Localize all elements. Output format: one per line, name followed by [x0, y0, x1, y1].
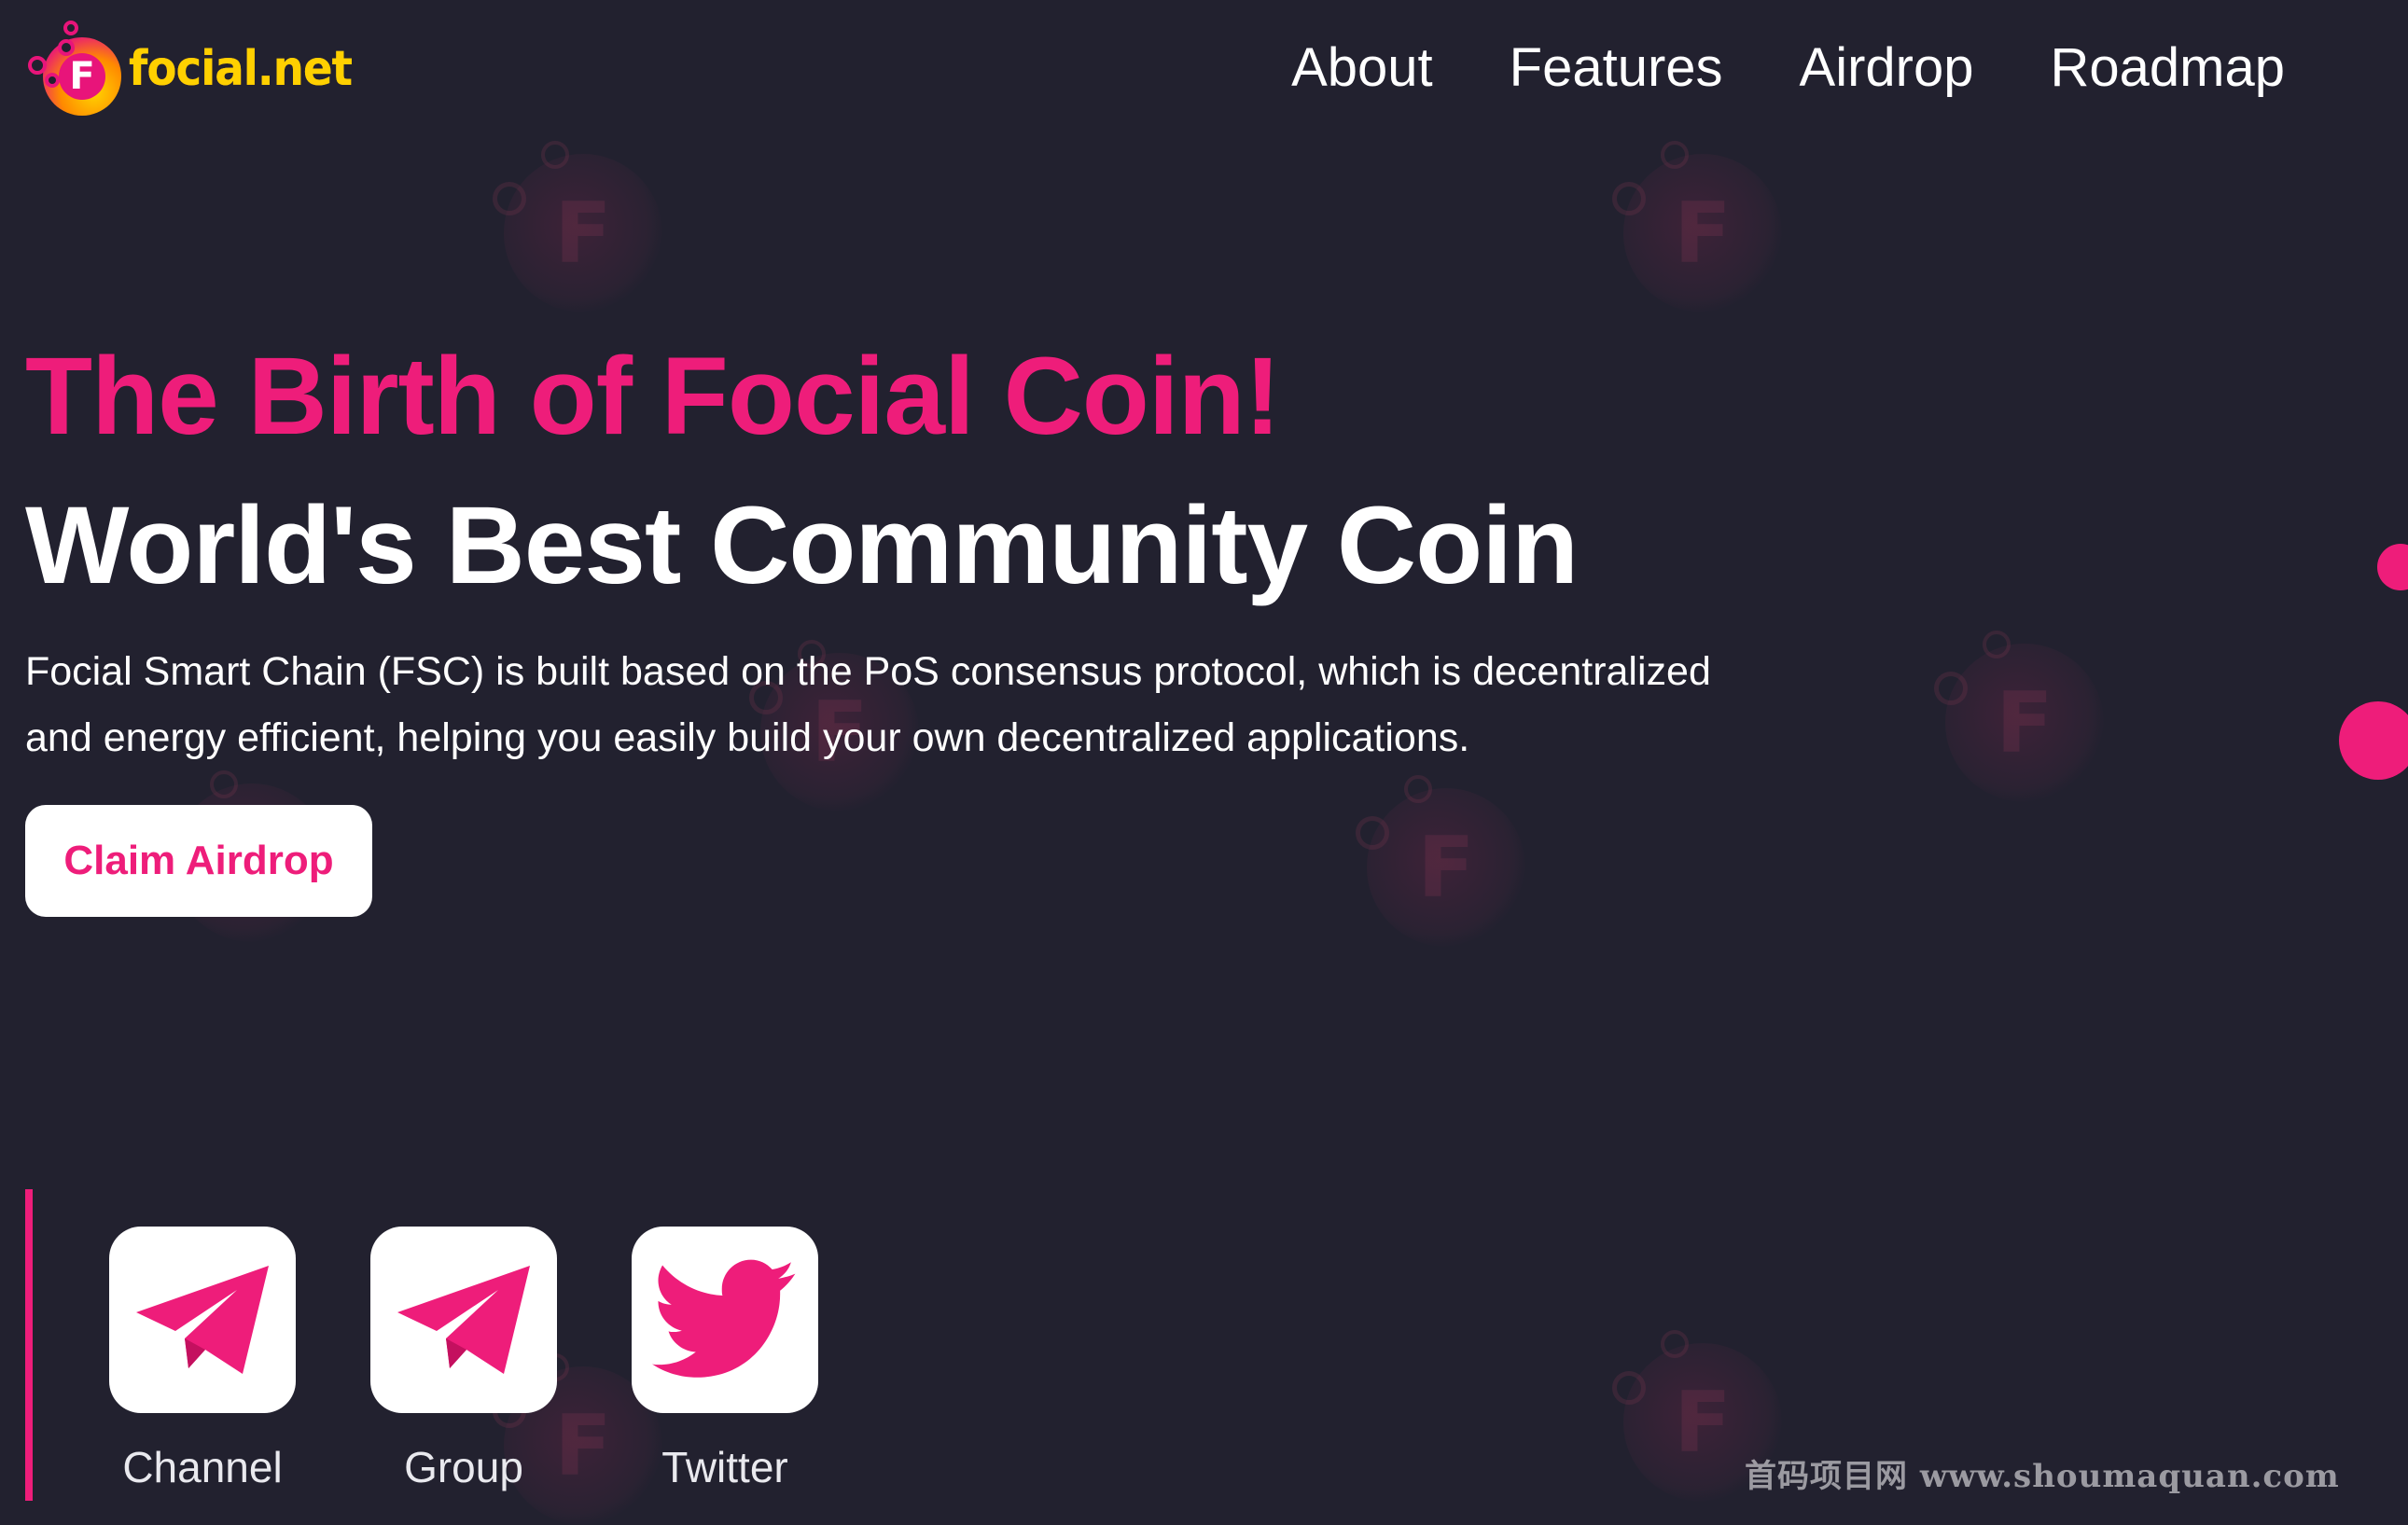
social-channel-link[interactable]: Channel: [109, 1227, 296, 1493]
background-logo-watermark: F: [1356, 775, 1525, 947]
main-nav: About Features Airdrop Roadmap: [1291, 35, 2285, 101]
decorative-circle: [2339, 701, 2408, 780]
background-logo-watermark: F: [1934, 631, 2104, 802]
site-watermark-text: 首码项目网 www.shoumaquan.com: [1745, 1458, 2340, 1495]
brand-logo[interactable]: F focial.net: [26, 21, 353, 118]
twitter-icon[interactable]: [632, 1227, 818, 1413]
nav-airdrop[interactable]: Airdrop: [1800, 35, 1974, 101]
telegram-icon[interactable]: [109, 1227, 296, 1413]
social-group-link[interactable]: Group: [370, 1227, 557, 1493]
brand-name: focial.net: [129, 41, 353, 97]
telegram-icon[interactable]: [370, 1227, 557, 1413]
hero-title: The Birth of Focial Coin!: [25, 335, 1281, 458]
claim-airdrop-button[interactable]: Claim Airdrop: [25, 805, 372, 917]
social-label-twitter: Twitter: [661, 1443, 788, 1491]
nav-features[interactable]: Features: [1510, 35, 1723, 101]
hero-subtitle: World's Best Community Coin: [25, 484, 1579, 607]
social-label-group: Group: [404, 1443, 523, 1491]
social-links: Channel Group Twitter: [109, 1227, 818, 1493]
nav-roadmap[interactable]: Roadmap: [2051, 35, 2285, 101]
background-logo-watermark: F: [493, 141, 662, 312]
focial-logo-icon: F: [26, 21, 123, 118]
nav-about[interactable]: About: [1291, 35, 1433, 101]
hero-description: Focial Smart Chain (FSC) is built based …: [25, 649, 1711, 760]
social-label-channel: Channel: [122, 1443, 283, 1491]
background-logo-watermark: F: [1612, 141, 1782, 312]
decorative-circle: [2377, 544, 2408, 590]
accent-bar: [25, 1189, 33, 1501]
social-twitter-link[interactable]: Twitter: [632, 1227, 818, 1493]
